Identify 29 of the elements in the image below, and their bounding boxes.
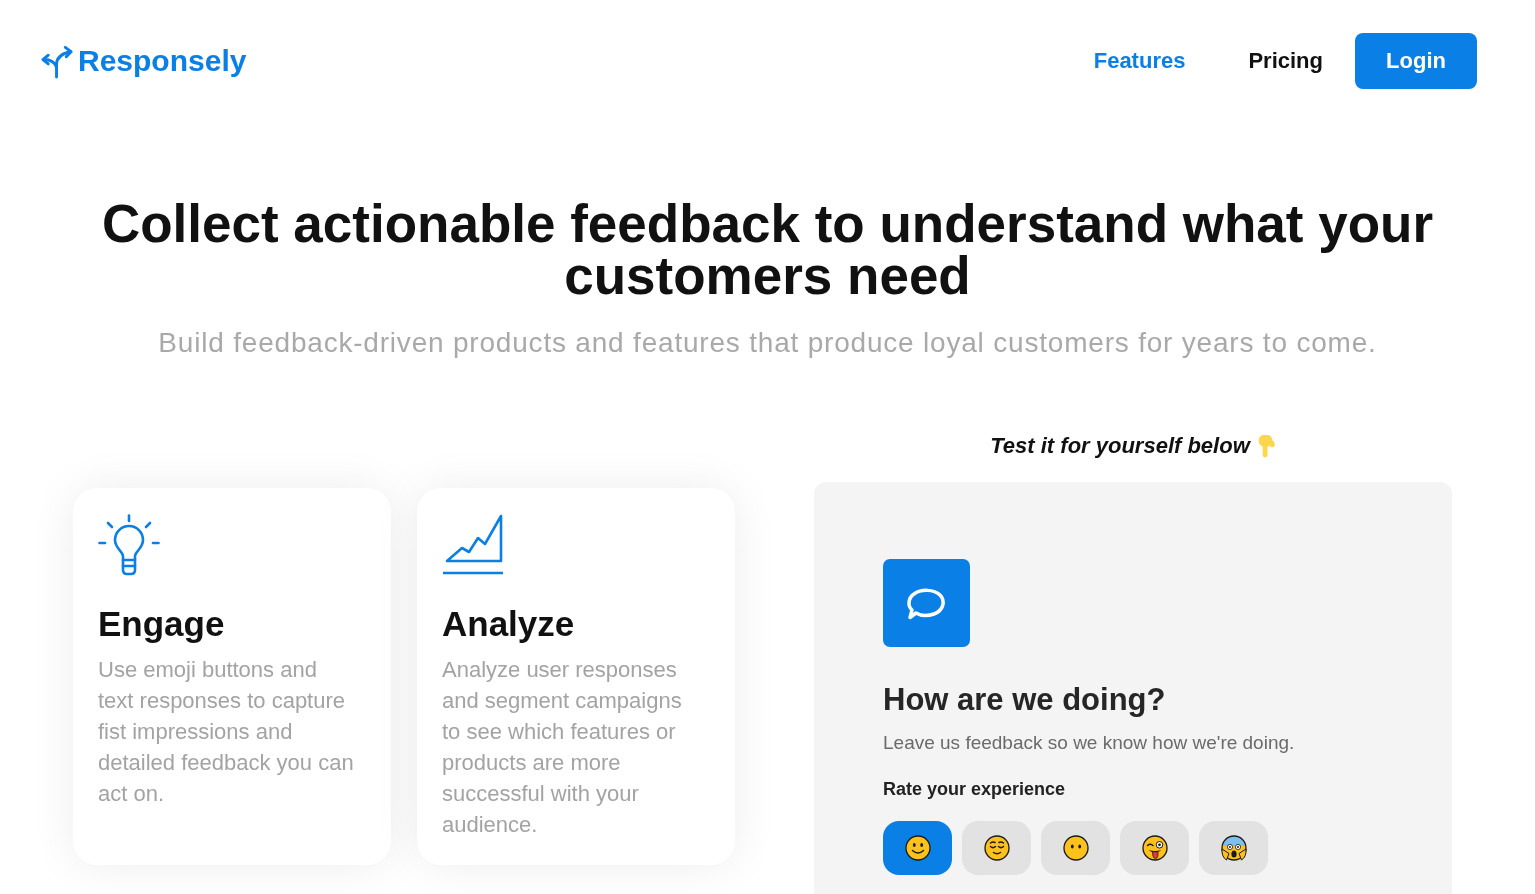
card-title: Analyze bbox=[442, 604, 576, 644]
widget-subtitle: Leave us feedback so we know how we're doing. bbox=[883, 731, 1296, 755]
card-description: Use emoji buttons and text responses to capture fist impressions and detailed feedback you can act on. bbox=[98, 656, 355, 808]
fork-arrow-icon bbox=[40, 43, 75, 79]
card-description: Analyze user responses and segment campaigns to see which features or products are more successful with your audience. bbox=[442, 656, 683, 839]
demo-prompt: Test it for yourself below bbox=[990, 433, 1250, 459]
area-chart-icon bbox=[442, 514, 504, 576]
login-button[interactable]: Login bbox=[1355, 33, 1477, 89]
rating-button[interactable] bbox=[1199, 821, 1268, 875]
hero-subheading: Build feedback-driven products and features that produce loyal customers for years to come. bbox=[157, 326, 1378, 360]
slightly-smiling-face-icon bbox=[904, 835, 931, 861]
card-title: Engage bbox=[98, 604, 226, 644]
lightbulb-icon bbox=[98, 514, 160, 576]
winking-face-with-tongue-icon bbox=[1141, 835, 1168, 861]
rating-button[interactable] bbox=[883, 821, 952, 875]
relieved-face-icon bbox=[983, 835, 1010, 861]
rating-button[interactable] bbox=[1041, 821, 1110, 875]
rating-label: Rate your experience bbox=[883, 778, 1067, 801]
face-without-mouth-icon bbox=[1062, 835, 1089, 861]
hero-heading: Collect actionable feedback to understand what your customers need bbox=[100, 198, 1435, 302]
rating-button[interactable] bbox=[962, 821, 1031, 875]
screaming-face-icon bbox=[1220, 835, 1247, 861]
pointing-down-hand-icon bbox=[1256, 434, 1276, 458]
nav-link[interactable]: Pricing bbox=[1248, 47, 1323, 75]
widget-title: How are we doing? bbox=[883, 682, 1167, 718]
rating-button[interactable] bbox=[1120, 821, 1189, 875]
chat-bubble-icon bbox=[883, 559, 970, 647]
nav-link[interactable]: Features bbox=[1093, 47, 1186, 75]
logo-link[interactable]: Responsely bbox=[40, 43, 247, 79]
